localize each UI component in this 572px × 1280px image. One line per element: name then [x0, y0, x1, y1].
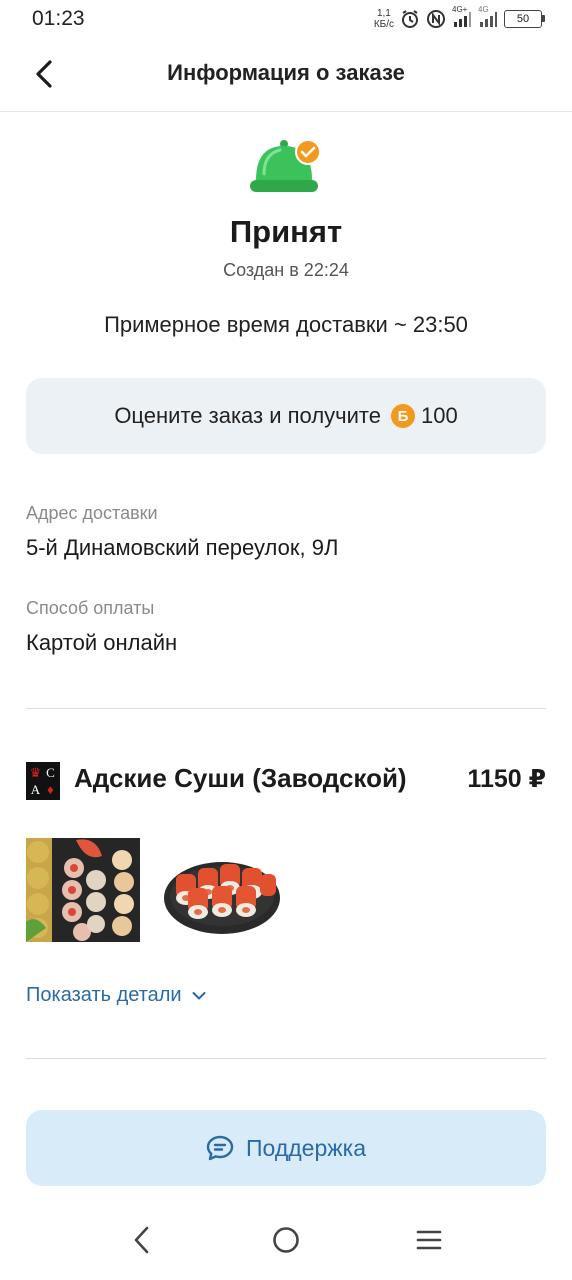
delivery-estimate: Примерное время доставки ~ 23:50: [104, 312, 468, 337]
order-status: Принят: [229, 214, 343, 249]
nav-home-icon: [273, 1227, 299, 1253]
status-time: 01:23: [32, 7, 85, 30]
divider: [26, 1058, 546, 1059]
battery-indicator: 50: [504, 10, 545, 28]
bonus-amount: 100: [420, 403, 458, 428]
support-label: Поддержка: [246, 1134, 366, 1161]
chevron-down-icon: [192, 991, 206, 999]
support-button[interactable]: Поддержка: [26, 1110, 546, 1186]
nav-menu-button[interactable]: [411, 1222, 447, 1258]
food-image-sushi-set: [26, 838, 140, 942]
chat-bubble-icon: [206, 1135, 234, 1161]
restaurant-logo: ♛ C A ♦: [26, 762, 60, 800]
order-created-time: Создан в 22:24: [223, 260, 349, 280]
nfc-icon: [426, 9, 446, 29]
show-details-link[interactable]: Показать детали: [26, 984, 206, 1007]
address-label: Адрес доставки: [26, 503, 158, 523]
signal-icon: 4G+: [452, 5, 472, 29]
payment-label: Способ оплаты: [26, 598, 155, 618]
status-bar: 01:23 1,1 КБ/с 4G+ 4G 50: [0, 0, 572, 40]
signal-icon-2: 4G: [478, 5, 498, 29]
payment-value: Картой онлайн: [26, 630, 178, 655]
food-image-california-roll: [162, 838, 282, 942]
show-details-label: Показать детали: [26, 984, 182, 1006]
bonus-coin-icon: Б: [390, 404, 415, 428]
app-bar: Информация о заказе: [0, 40, 572, 112]
status-icons: 1,1 КБ/с 4G+ 4G 50: [373, 4, 545, 34]
network-speed: 1,1 КБ/с: [373, 8, 394, 30]
rate-order-button[interactable]: Оцените заказ и получите Б 100: [26, 378, 546, 454]
nav-back-button[interactable]: [124, 1222, 160, 1258]
menu-icon: [416, 1230, 442, 1250]
divider: [26, 708, 546, 709]
alarm-icon: [400, 9, 420, 29]
address-value: 5-й Динамовский переулок, 9Л: [26, 535, 339, 560]
restaurant-name: Адские Суши (Заводской): [74, 763, 407, 793]
rate-order-label: Оцените заказ и получите: [114, 403, 381, 428]
order-accepted-icon: [246, 134, 326, 198]
system-nav-bar: [0, 1200, 572, 1280]
page-title: Информация о заказе: [167, 60, 405, 85]
order-price: 1150 ₽: [467, 765, 546, 793]
nav-home-button[interactable]: [268, 1222, 304, 1258]
nav-back-icon: [134, 1226, 149, 1254]
